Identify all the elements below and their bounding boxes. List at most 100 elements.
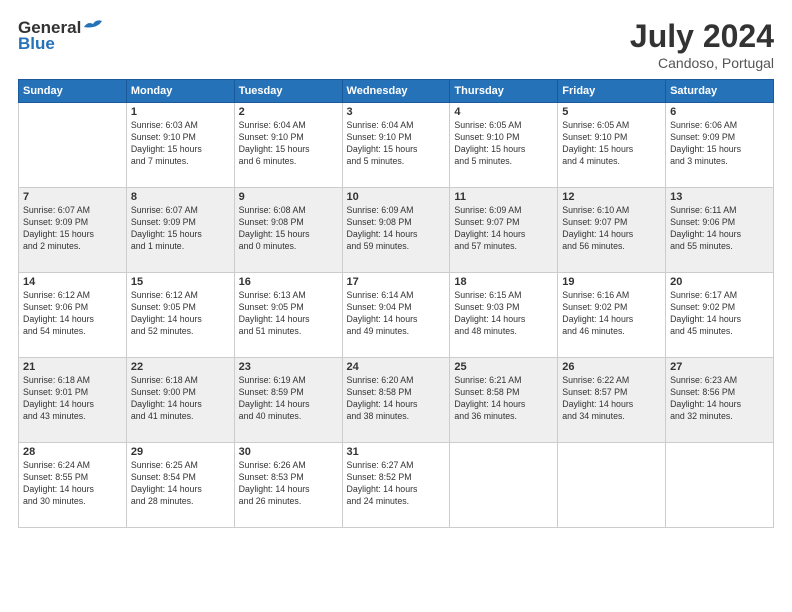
day-info: Sunrise: 6:09 AM Sunset: 9:07 PM Dayligh…	[454, 205, 553, 253]
table-row: 13Sunrise: 6:11 AM Sunset: 9:06 PM Dayli…	[666, 188, 774, 273]
day-number: 4	[454, 106, 553, 118]
day-number: 27	[670, 361, 769, 373]
day-info: Sunrise: 6:22 AM Sunset: 8:57 PM Dayligh…	[562, 375, 661, 423]
calendar-week-row: 28Sunrise: 6:24 AM Sunset: 8:55 PM Dayli…	[19, 443, 774, 528]
col-wednesday: Wednesday	[342, 80, 450, 103]
day-info: Sunrise: 6:23 AM Sunset: 8:56 PM Dayligh…	[670, 375, 769, 423]
day-number: 5	[562, 106, 661, 118]
day-info: Sunrise: 6:05 AM Sunset: 9:10 PM Dayligh…	[454, 120, 553, 168]
logo-bird-icon	[83, 19, 103, 35]
calendar-week-row: 21Sunrise: 6:18 AM Sunset: 9:01 PM Dayli…	[19, 358, 774, 443]
day-number: 12	[562, 191, 661, 203]
day-info: Sunrise: 6:14 AM Sunset: 9:04 PM Dayligh…	[347, 290, 446, 338]
table-row: 15 Sunrise: 6:12 AM Sunset: 9:05 PM Dayli…	[126, 273, 234, 358]
day-info: Sunrise: 6:09 AM Sunset: 9:08 PM Dayligh…	[347, 205, 446, 253]
table-row: 4 Sunrise: 6:05 AM Sunset: 9:10 PM Daylig…	[450, 103, 558, 188]
day-number: 30	[239, 446, 338, 458]
table-row: 18 Sunrise: 6:15 AM Sunset: 9:03 PM Dayli…	[450, 273, 558, 358]
logo-inner: General Blue	[18, 18, 103, 54]
day-info: Sunrise: 6:06 AM Sunset: 9:09 PM Dayligh…	[670, 120, 769, 168]
day-info: Sunrise: 6:04 AM Sunset: 9:10 PM Dayligh…	[347, 120, 446, 168]
calendar-table: Sunday Monday Tuesday Wednesday Thursday…	[18, 79, 774, 528]
day-info: Sunrise: 6:07 AM Sunset: 9:09 PM Dayligh…	[131, 205, 230, 253]
table-row: 10 Sunrise: 6:09 AM Sunset: 9:08 PM Dayli…	[342, 188, 450, 273]
table-row: 21Sunrise: 6:18 AM Sunset: 9:01 PM Dayli…	[19, 358, 127, 443]
table-row	[19, 103, 127, 188]
day-number: 23	[239, 361, 338, 373]
table-row: 12 Sunrise: 6:10 AM Sunset: 9:07 PM Dayli…	[558, 188, 666, 273]
day-number: 2	[239, 106, 338, 118]
table-row: 11 Sunrise: 6:09 AM Sunset: 9:07 PM Dayli…	[450, 188, 558, 273]
day-number: 22	[131, 361, 230, 373]
table-row: 6 Sunrise: 6:06 AM Sunset: 9:09 PM Daylig…	[666, 103, 774, 188]
day-info: Sunrise: 6:15 AM Sunset: 9:03 PM Dayligh…	[454, 290, 553, 338]
table-row: 17 Sunrise: 6:14 AM Sunset: 9:04 PM Dayli…	[342, 273, 450, 358]
calendar-week-row: 1 Sunrise: 6:03 AM Sunset: 9:10 PM Daylig…	[19, 103, 774, 188]
calendar-header-row: Sunday Monday Tuesday Wednesday Thursday…	[19, 80, 774, 103]
day-number: 16	[239, 276, 338, 288]
day-number: 17	[347, 276, 446, 288]
day-info: Sunrise: 6:12 AM Sunset: 9:05 PM Dayligh…	[131, 290, 230, 338]
day-info: Sunrise: 6:13 AM Sunset: 9:05 PM Dayligh…	[239, 290, 338, 338]
table-row: 28Sunrise: 6:24 AM Sunset: 8:55 PM Dayli…	[19, 443, 127, 528]
day-info: Sunrise: 6:24 AM Sunset: 8:55 PM Dayligh…	[23, 460, 122, 508]
col-thursday: Thursday	[450, 80, 558, 103]
table-row	[666, 443, 774, 528]
day-number: 9	[239, 191, 338, 203]
day-info: Sunrise: 6:21 AM Sunset: 8:58 PM Dayligh…	[454, 375, 553, 423]
day-info: Sunrise: 6:25 AM Sunset: 8:54 PM Dayligh…	[131, 460, 230, 508]
day-info: Sunrise: 6:10 AM Sunset: 9:07 PM Dayligh…	[562, 205, 661, 253]
day-number: 10	[347, 191, 446, 203]
day-number: 25	[454, 361, 553, 373]
table-row: 27 Sunrise: 6:23 AM Sunset: 8:56 PM Dayli…	[666, 358, 774, 443]
day-number: 21	[23, 361, 122, 373]
table-row: 8 Sunrise: 6:07 AM Sunset: 9:09 PM Daylig…	[126, 188, 234, 273]
table-row: 5 Sunrise: 6:05 AM Sunset: 9:10 PM Daylig…	[558, 103, 666, 188]
month-year: July 2024	[630, 18, 774, 55]
day-number: 3	[347, 106, 446, 118]
day-info: Sunrise: 6:17 AM Sunset: 9:02 PM Dayligh…	[670, 290, 769, 338]
day-number: 14	[23, 276, 122, 288]
title-block: July 2024 Candoso, Portugal	[630, 18, 774, 71]
day-number: 26	[562, 361, 661, 373]
table-row: 7Sunrise: 6:07 AM Sunset: 9:09 PM Daylig…	[19, 188, 127, 273]
page: General Blue July 2024 Candoso, Portugal…	[0, 0, 792, 612]
table-row: 22Sunrise: 6:18 AM Sunset: 9:00 PM Dayli…	[126, 358, 234, 443]
table-row: 23Sunrise: 6:19 AM Sunset: 8:59 PM Dayli…	[234, 358, 342, 443]
day-number: 15	[131, 276, 230, 288]
day-info: Sunrise: 6:11 AM Sunset: 9:06 PM Dayligh…	[670, 205, 769, 253]
table-row	[558, 443, 666, 528]
logo-blue-text: Blue	[18, 34, 55, 54]
day-info: Sunrise: 6:05 AM Sunset: 9:10 PM Dayligh…	[562, 120, 661, 168]
table-row: 30 Sunrise: 6:26 AM Sunset: 8:53 PM Dayli…	[234, 443, 342, 528]
day-info: Sunrise: 6:08 AM Sunset: 9:08 PM Dayligh…	[239, 205, 338, 253]
header: General Blue July 2024 Candoso, Portugal	[18, 18, 774, 71]
day-info: Sunrise: 6:04 AM Sunset: 9:10 PM Dayligh…	[239, 120, 338, 168]
table-row: 20Sunrise: 6:17 AM Sunset: 9:02 PM Dayli…	[666, 273, 774, 358]
table-row: 16 Sunrise: 6:13 AM Sunset: 9:05 PM Dayli…	[234, 273, 342, 358]
col-sunday: Sunday	[19, 80, 127, 103]
day-number: 1	[131, 106, 230, 118]
day-number: 29	[131, 446, 230, 458]
table-row: 2 Sunrise: 6:04 AM Sunset: 9:10 PM Daylig…	[234, 103, 342, 188]
col-saturday: Saturday	[666, 80, 774, 103]
day-number: 18	[454, 276, 553, 288]
table-row: 25 Sunrise: 6:21 AM Sunset: 8:58 PM Dayli…	[450, 358, 558, 443]
day-number: 11	[454, 191, 553, 203]
col-monday: Monday	[126, 80, 234, 103]
table-row: 29 Sunrise: 6:25 AM Sunset: 8:54 PM Dayli…	[126, 443, 234, 528]
table-row: 1 Sunrise: 6:03 AM Sunset: 9:10 PM Daylig…	[126, 103, 234, 188]
location: Candoso, Portugal	[630, 55, 774, 71]
day-info: Sunrise: 6:26 AM Sunset: 8:53 PM Dayligh…	[239, 460, 338, 508]
calendar-week-row: 14Sunrise: 6:12 AM Sunset: 9:06 PM Dayli…	[19, 273, 774, 358]
day-info: Sunrise: 6:27 AM Sunset: 8:52 PM Dayligh…	[347, 460, 446, 508]
table-row: 19Sunrise: 6:16 AM Sunset: 9:02 PM Dayli…	[558, 273, 666, 358]
col-friday: Friday	[558, 80, 666, 103]
table-row	[450, 443, 558, 528]
day-number: 6	[670, 106, 769, 118]
day-number: 19	[562, 276, 661, 288]
table-row: 9 Sunrise: 6:08 AM Sunset: 9:08 PM Daylig…	[234, 188, 342, 273]
calendar-week-row: 7Sunrise: 6:07 AM Sunset: 9:09 PM Daylig…	[19, 188, 774, 273]
day-info: Sunrise: 6:03 AM Sunset: 9:10 PM Dayligh…	[131, 120, 230, 168]
day-number: 8	[131, 191, 230, 203]
